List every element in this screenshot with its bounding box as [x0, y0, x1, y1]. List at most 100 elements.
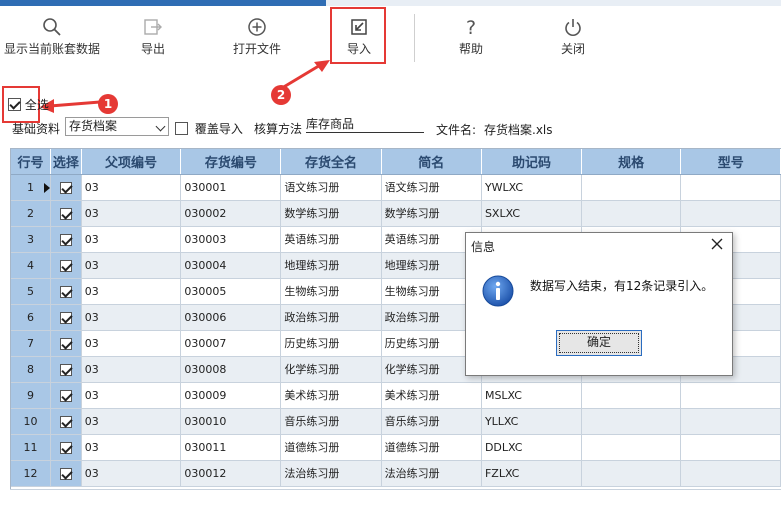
parent-code-cell[interactable]: 03 [81, 304, 182, 331]
row-select-checkbox[interactable] [59, 441, 72, 454]
show-current-data-button[interactable]: 显示当前账套数据 [2, 12, 102, 66]
model-cell[interactable] [680, 200, 781, 227]
overwrite-control[interactable]: 覆盖导入 [175, 120, 243, 137]
row-number-cell[interactable]: 6 [11, 304, 52, 331]
close-button[interactable]: 关闭 [548, 12, 598, 66]
row-select-checkbox[interactable] [59, 337, 72, 350]
model-cell[interactable] [680, 434, 781, 461]
parent-code-cell[interactable]: 03 [81, 408, 182, 435]
mnemonic-cell[interactable]: YWLXC [481, 174, 582, 201]
item-name-cell[interactable]: 音乐练习册 [280, 408, 382, 435]
base-data-select[interactable]: 存货档案 [65, 117, 169, 136]
select-cell[interactable] [50, 460, 82, 487]
item-name-cell[interactable]: 美术练习册 [280, 382, 382, 409]
item-code-cell[interactable]: 030011 [180, 434, 282, 461]
item-name-cell[interactable]: 道德练习册 [280, 434, 382, 461]
table-row[interactable]: 11 03 030011 道德练习册 道德练习册 DDLXC [11, 434, 781, 461]
short-name-cell[interactable]: 语文练习册 [381, 174, 482, 201]
row-select-checkbox[interactable] [59, 415, 72, 428]
item-code-cell[interactable]: 030004 [180, 252, 282, 279]
table-row[interactable]: 9 03 030009 美术练习册 美术练习册 MSLXC [11, 382, 781, 409]
mnemonic-cell[interactable]: SXLXC [481, 200, 582, 227]
select-cell[interactable] [50, 356, 82, 383]
item-name-cell[interactable]: 地理练习册 [280, 252, 382, 279]
spec-cell[interactable] [581, 434, 682, 461]
table-row[interactable]: 2 03 030002 数学练习册 数学练习册 SXLXC [11, 200, 781, 227]
mnemonic-cell[interactable]: DDLXC [481, 434, 582, 461]
item-name-cell[interactable]: 法治练习册 [280, 460, 382, 487]
help-button[interactable]: ? 帮助 [446, 12, 496, 66]
spec-cell[interactable] [581, 408, 682, 435]
row-select-checkbox[interactable] [59, 311, 72, 324]
parent-code-cell[interactable]: 03 [81, 174, 182, 201]
select-cell[interactable] [50, 200, 82, 227]
item-code-cell[interactable]: 030007 [180, 330, 282, 357]
select-all-checkbox[interactable] [8, 98, 21, 111]
row-select-checkbox[interactable] [59, 467, 72, 480]
model-cell[interactable] [680, 460, 781, 487]
select-cell[interactable] [50, 434, 82, 461]
short-name-cell[interactable]: 法治练习册 [381, 460, 482, 487]
table-row[interactable]: 1 03 030001 语文练习册 语文练习册 YWLXC [11, 174, 781, 201]
select-cell[interactable] [50, 408, 82, 435]
row-number-cell[interactable]: 12 [11, 460, 52, 487]
parent-code-cell[interactable]: 03 [81, 252, 182, 279]
spec-cell[interactable] [581, 460, 682, 487]
row-number-cell[interactable]: 10 [11, 408, 52, 435]
column-header[interactable]: 选择 [50, 149, 82, 175]
mnemonic-cell[interactable]: MSLXC [481, 382, 582, 409]
row-number-cell[interactable]: 5 [11, 278, 52, 305]
column-header[interactable]: 规格 [581, 149, 682, 175]
column-header[interactable]: 简名 [381, 149, 482, 175]
item-code-cell[interactable]: 030002 [180, 200, 282, 227]
row-select-checkbox[interactable] [59, 389, 72, 402]
select-cell[interactable] [50, 252, 82, 279]
model-cell[interactable] [680, 174, 781, 201]
row-select-checkbox[interactable] [59, 285, 72, 298]
parent-code-cell[interactable]: 03 [81, 356, 182, 383]
overwrite-checkbox[interactable] [175, 122, 188, 135]
mnemonic-cell[interactable]: FZLXC [481, 460, 582, 487]
parent-code-cell[interactable]: 03 [81, 330, 182, 357]
row-number-cell[interactable]: 1 [11, 174, 52, 201]
row-number-cell[interactable]: 4 [11, 252, 52, 279]
column-header[interactable]: 存货编号 [180, 149, 282, 175]
item-name-cell[interactable]: 历史练习册 [280, 330, 382, 357]
select-cell[interactable] [50, 278, 82, 305]
item-code-cell[interactable]: 030003 [180, 226, 282, 253]
row-select-checkbox[interactable] [59, 259, 72, 272]
parent-code-cell[interactable]: 03 [81, 434, 182, 461]
table-row[interactable]: 12 03 030012 法治练习册 法治练习册 FZLXC [11, 460, 781, 487]
select-cell[interactable] [50, 330, 82, 357]
row-select-checkbox[interactable] [59, 363, 72, 376]
spec-cell[interactable] [581, 382, 682, 409]
item-code-cell[interactable]: 030010 [180, 408, 282, 435]
column-header[interactable]: 型号 [680, 149, 781, 175]
mnemonic-cell[interactable]: YLLXC [481, 408, 582, 435]
row-number-cell[interactable]: 9 [11, 382, 52, 409]
model-cell[interactable] [680, 408, 781, 435]
spec-cell[interactable] [581, 200, 682, 227]
item-code-cell[interactable]: 030012 [180, 460, 282, 487]
row-select-checkbox[interactable] [59, 207, 72, 220]
row-number-cell[interactable]: 3 [11, 226, 52, 253]
item-name-cell[interactable]: 英语练习册 [280, 226, 382, 253]
row-number-cell[interactable]: 11 [11, 434, 52, 461]
column-header[interactable]: 父项编号 [81, 149, 182, 175]
column-header[interactable]: 助记码 [481, 149, 582, 175]
parent-code-cell[interactable]: 03 [81, 382, 182, 409]
short-name-cell[interactable]: 数学练习册 [381, 200, 482, 227]
model-cell[interactable] [680, 382, 781, 409]
item-name-cell[interactable]: 政治练习册 [280, 304, 382, 331]
item-name-cell[interactable]: 化学练习册 [280, 356, 382, 383]
table-row[interactable]: 10 03 030010 音乐练习册 音乐练习册 YLLXC [11, 408, 781, 435]
export-button[interactable]: 导出 [128, 12, 178, 66]
select-cell[interactable] [50, 226, 82, 253]
item-code-cell[interactable]: 030001 [180, 174, 282, 201]
row-select-checkbox[interactable] [59, 233, 72, 246]
row-number-cell[interactable]: 7 [11, 330, 52, 357]
short-name-cell[interactable]: 道德练习册 [381, 434, 482, 461]
method-field[interactable]: 库存商品 [306, 117, 424, 133]
item-code-cell[interactable]: 030005 [180, 278, 282, 305]
ok-button[interactable]: 确定 [556, 330, 642, 356]
